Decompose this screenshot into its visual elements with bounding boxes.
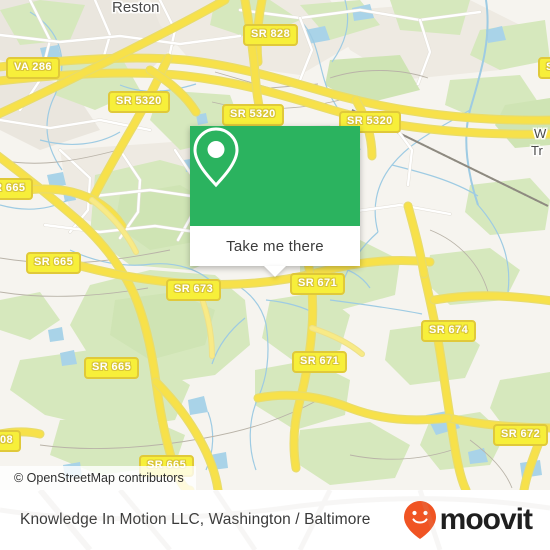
road-shield-sr828: SR 828 — [243, 24, 299, 46]
road-shield-sr673: SR 673 — [166, 279, 222, 301]
take-me-there-label: Take me there — [226, 237, 324, 255]
road-shield-partial-08: 08 — [0, 430, 22, 452]
road-shield-sr674: SR 674 — [421, 320, 477, 342]
road-shield-sr5320-b: SR 5320 — [222, 104, 284, 126]
road-shield-sr665-edge: R 665 — [0, 178, 34, 200]
location-popup[interactable]: Take me there — [190, 126, 360, 277]
moovit-wordmark: moovit — [439, 503, 533, 536]
moovit-pin-smiley-icon — [403, 501, 436, 539]
road-shield-sr671-b: SR 671 — [292, 351, 348, 373]
road-shield-sr671-a: SR 671 — [290, 273, 346, 295]
road-shield-sr665-a: SR 665 — [26, 252, 82, 274]
moovit-map-screenshot: .park{fill:#d6e8bd} .parkd{fill:#cfe4b4}… — [0, 0, 550, 550]
place-label-reston: Reston — [112, 0, 160, 16]
map-attribution[interactable]: © OpenStreetMap contributors — [0, 466, 196, 490]
map-canvas[interactable]: .park{fill:#d6e8bd} .parkd{fill:#cfe4b4}… — [0, 0, 550, 490]
road-shield-sr672: SR 672 — [493, 424, 549, 446]
road-shield-sr665-b: SR 665 — [84, 357, 140, 379]
attribution-text: © OpenStreetMap contributors — [14, 471, 184, 485]
road-shield-sr5320-a: SR 5320 — [108, 91, 170, 113]
place-label-partial-w: W — [534, 126, 547, 141]
place-label-partial-tr: Tr — [531, 143, 543, 158]
take-me-there-button[interactable]: Take me there — [190, 226, 360, 266]
location-title: Knowledge In Motion LLC, Washington / Ba… — [20, 511, 371, 528]
footer-bar: Knowledge In Motion LLC, Washington / Ba… — [0, 490, 550, 550]
moovit-brand[interactable]: moovit — [403, 500, 533, 540]
popup-header — [190, 126, 360, 226]
road-shield-partial-right: S — [538, 57, 550, 79]
road-shield-va286: VA 286 — [6, 57, 60, 79]
map-pin-icon — [193, 127, 239, 188]
popup-pointer — [264, 266, 286, 277]
